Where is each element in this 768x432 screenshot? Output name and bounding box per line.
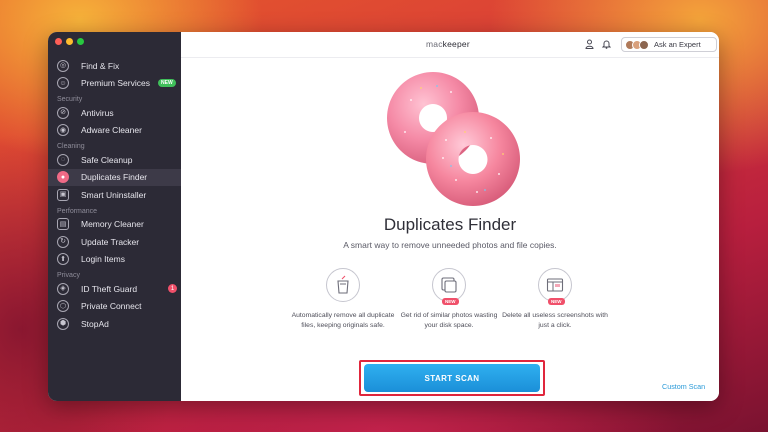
stopad-icon: ⬢	[57, 317, 69, 330]
sidebar-item-adware-cleaner[interactable]: ◉ Adware Cleaner	[48, 122, 181, 140]
sidebar-nav: ◎ Find & Fix ☺ Premium Services NEW Security ⊘…	[48, 57, 181, 333]
sidebar-item-login-items[interactable]: ⬆ Login Items	[48, 251, 181, 269]
sidebar-item-label: Adware Cleaner	[81, 125, 142, 136]
adware-cleaner-icon: ◉	[57, 124, 69, 137]
safe-cleanup-icon: ◌	[57, 153, 69, 166]
avatar	[639, 39, 649, 50]
new-badge: NEW	[158, 78, 176, 87]
start-scan-button[interactable]: START SCAN	[364, 364, 540, 392]
sidebar-item-id-theft-guard[interactable]: ◈ ID Theft Guard 1	[48, 280, 181, 298]
window-controls	[55, 38, 84, 45]
sidebar-item-update-tracker[interactable]: ↻ Update Tracker	[48, 233, 181, 251]
sidebar-item-label: StopAd	[81, 318, 109, 329]
app-logo: mackeeper	[426, 39, 470, 49]
sidebar-item-label: Private Connect	[81, 301, 142, 312]
screenshots-icon: NEW	[538, 268, 572, 305]
sidebar-section-label: Cleaning	[57, 143, 85, 150]
feature-text: Get rid of similar photos wasting your d…	[400, 312, 498, 329]
expert-avatars	[625, 39, 649, 50]
ask-expert-label: Ask an Expert	[654, 40, 701, 49]
zoom-window-button[interactable]	[77, 38, 84, 45]
memory-cleaner-icon: ▤	[57, 218, 69, 231]
sidebar-section-label: Performance	[57, 207, 98, 215]
new-badge: NEW	[548, 298, 565, 305]
sidebar-item-duplicates-finder[interactable]: ● Duplicates Finder	[48, 168, 181, 186]
sidebar-item-label: Duplicates Finder	[81, 172, 148, 183]
donuts-illustration	[381, 70, 531, 210]
private-connect-icon: ⬡	[57, 300, 69, 313]
feature-similar-photos: NEW Get rid of similar photos wasting yo…	[394, 268, 504, 330]
ask-expert-button[interactable]: Ask an Expert	[621, 37, 717, 52]
notifications-bell-icon[interactable]	[601, 39, 612, 51]
account-icon[interactable]	[585, 39, 594, 51]
sidebar-item-premium-services[interactable]: ☺ Premium Services NEW	[48, 75, 181, 93]
sidebar-item-smart-uninstaller[interactable]: ▣ Smart Uninstaller	[48, 186, 181, 204]
sidebar-item-label: Antivirus	[81, 107, 114, 118]
sidebar-section-label: Security	[57, 96, 83, 103]
sidebar-item-stopad[interactable]: ⬢ StopAd	[48, 315, 181, 333]
page-title: Duplicates Finder	[383, 215, 517, 234]
brand-prefix: mac	[426, 39, 443, 49]
id-theft-guard-icon: ◈	[57, 282, 69, 295]
sidebar-item-label: Update Tracker	[81, 236, 140, 247]
top-bar: mackeeper Ask an Expert	[181, 32, 719, 58]
login-items-icon: ⬆	[57, 253, 69, 266]
feature-remove-duplicates: Automatically remove all duplicate files…	[288, 268, 398, 330]
find-fix-icon: ◎	[57, 59, 69, 72]
sidebar-item-label: Login Items	[81, 254, 125, 265]
app-window: ◎ Find & Fix ☺ Premium Services NEW Security ⊘…	[48, 32, 719, 401]
sidebar-item-memory-cleaner[interactable]: ▤ Memory Cleaner	[48, 216, 181, 234]
close-window-button[interactable]	[55, 38, 62, 45]
sidebar-item-label: Smart Uninstaller	[81, 189, 147, 200]
page-subtitle: A smart way to remove unneeded photos an…	[343, 240, 557, 250]
sidebar-item-label: Safe Cleanup	[81, 154, 133, 165]
sidebar-item-label: ID Theft Guard	[81, 283, 138, 294]
smart-uninstaller-icon: ▣	[57, 188, 69, 201]
sidebar-item-label: Memory Cleaner	[81, 219, 144, 230]
top-icons	[585, 39, 612, 51]
sidebar-item-antivirus[interactable]: ⊘ Antivirus	[48, 104, 181, 122]
photos-icon: NEW	[432, 268, 466, 305]
sidebar-item-label: Find & Fix	[81, 60, 120, 71]
trash-icon	[326, 268, 360, 302]
sidebar-item-private-connect[interactable]: ⬡ Private Connect	[48, 298, 181, 316]
duplicates-finder-icon: ●	[57, 171, 69, 184]
feature-screenshots: NEW Delete all useless screenshots with …	[500, 268, 610, 330]
sidebar-item-safe-cleanup[interactable]: ◌ Safe Cleanup	[48, 151, 181, 169]
custom-scan-link[interactable]: Custom Scan	[662, 382, 705, 391]
main-panel: mackeeper Ask an Expert Duplicates Finde…	[181, 32, 719, 401]
sidebar: ◎ Find & Fix ☺ Premium Services NEW Security ⊘…	[48, 32, 181, 401]
antivirus-icon: ⊘	[57, 106, 69, 119]
sidebar-item-find-fix[interactable]: ◎ Find & Fix	[48, 57, 181, 75]
brand-suffix: keeper	[442, 39, 470, 49]
minimize-window-button[interactable]	[66, 38, 73, 45]
alert-count-badge: 1	[168, 284, 177, 293]
sidebar-item-label: Premium Services	[81, 78, 150, 89]
update-tracker-icon: ↻	[57, 235, 69, 248]
premium-services-icon: ☺	[57, 77, 69, 90]
sidebar-section-label: Privacy	[57, 272, 80, 279]
new-badge: NEW	[442, 298, 459, 305]
feature-text: Automatically remove all duplicate files…	[291, 312, 395, 329]
feature-text: Delete all useless screenshots with just…	[502, 312, 608, 329]
